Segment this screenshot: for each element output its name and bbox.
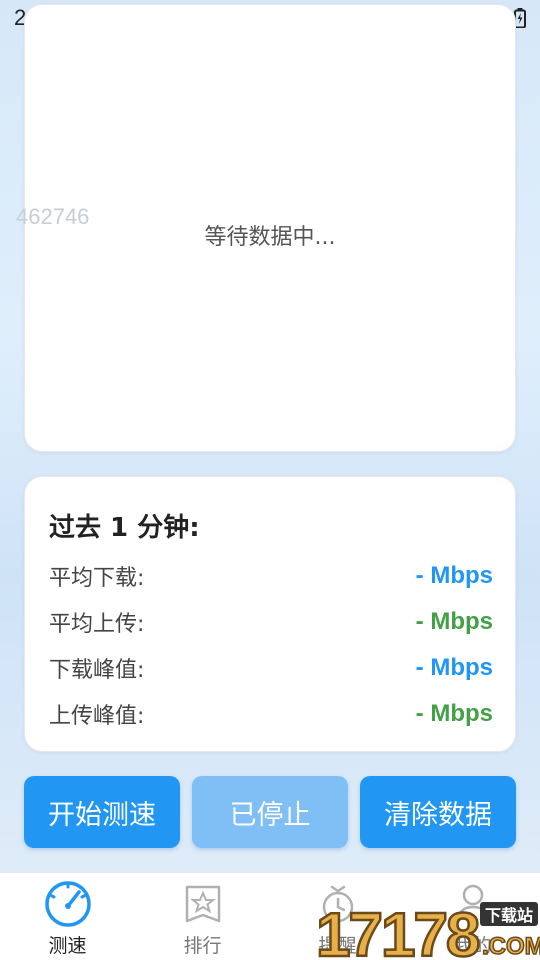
stat-value: - Mbps: [415, 608, 493, 635]
person-icon: [456, 884, 489, 924]
tab-mine[interactable]: 我的: [405, 873, 540, 960]
stat-label: 平均上传:: [49, 612, 145, 637]
start-test-button[interactable]: 开始测速: [24, 776, 180, 848]
stat-value: - Mbps: [415, 562, 493, 589]
tab-label: 提醒: [318, 935, 357, 957]
bottom-tab-bar: 测速 排行 提醒 我的: [0, 872, 540, 960]
stat-value: - Mbps: [415, 700, 493, 727]
stats-title: 过去 1 分钟:: [49, 513, 200, 543]
waiting-text: 等待数据中...: [204, 225, 336, 250]
tab-speed-test[interactable]: 测速: [0, 873, 135, 960]
tab-label: 排行: [183, 935, 222, 957]
alarm-icon: [322, 885, 353, 923]
stat-row-peak-download: 下载峰值: - Mbps: [49, 651, 493, 685]
stat-label: 下载峰值:: [49, 658, 145, 683]
tab-label: 测速: [48, 935, 87, 957]
rank-star-icon: [185, 885, 220, 923]
speedometer-icon: [44, 881, 91, 927]
stat-row-peak-upload: 上传峰值: - Mbps: [49, 697, 493, 731]
watermark-number: 462746: [16, 204, 90, 229]
speed-chart-card: 等待数据中...: [24, 4, 516, 452]
stat-label: 上传峰值:: [49, 704, 145, 729]
stat-value: - Mbps: [415, 654, 493, 681]
stat-row-avg-upload: 平均上传: - Mbps: [49, 605, 493, 639]
tab-reminder[interactable]: 提醒: [270, 873, 405, 960]
stat-label: 平均下载:: [49, 566, 145, 591]
stopped-button[interactable]: 已停止: [192, 776, 348, 848]
clear-data-button[interactable]: 清除数据: [360, 776, 516, 848]
tab-label: 我的: [453, 935, 492, 957]
stats-card: 过去 1 分钟: 平均下载: - Mbps 平均上传: - Mbps 下载峰值:…: [24, 476, 516, 752]
tab-ranking[interactable]: 排行: [135, 873, 270, 960]
stat-row-avg-download: 平均下载: - Mbps: [49, 559, 493, 593]
